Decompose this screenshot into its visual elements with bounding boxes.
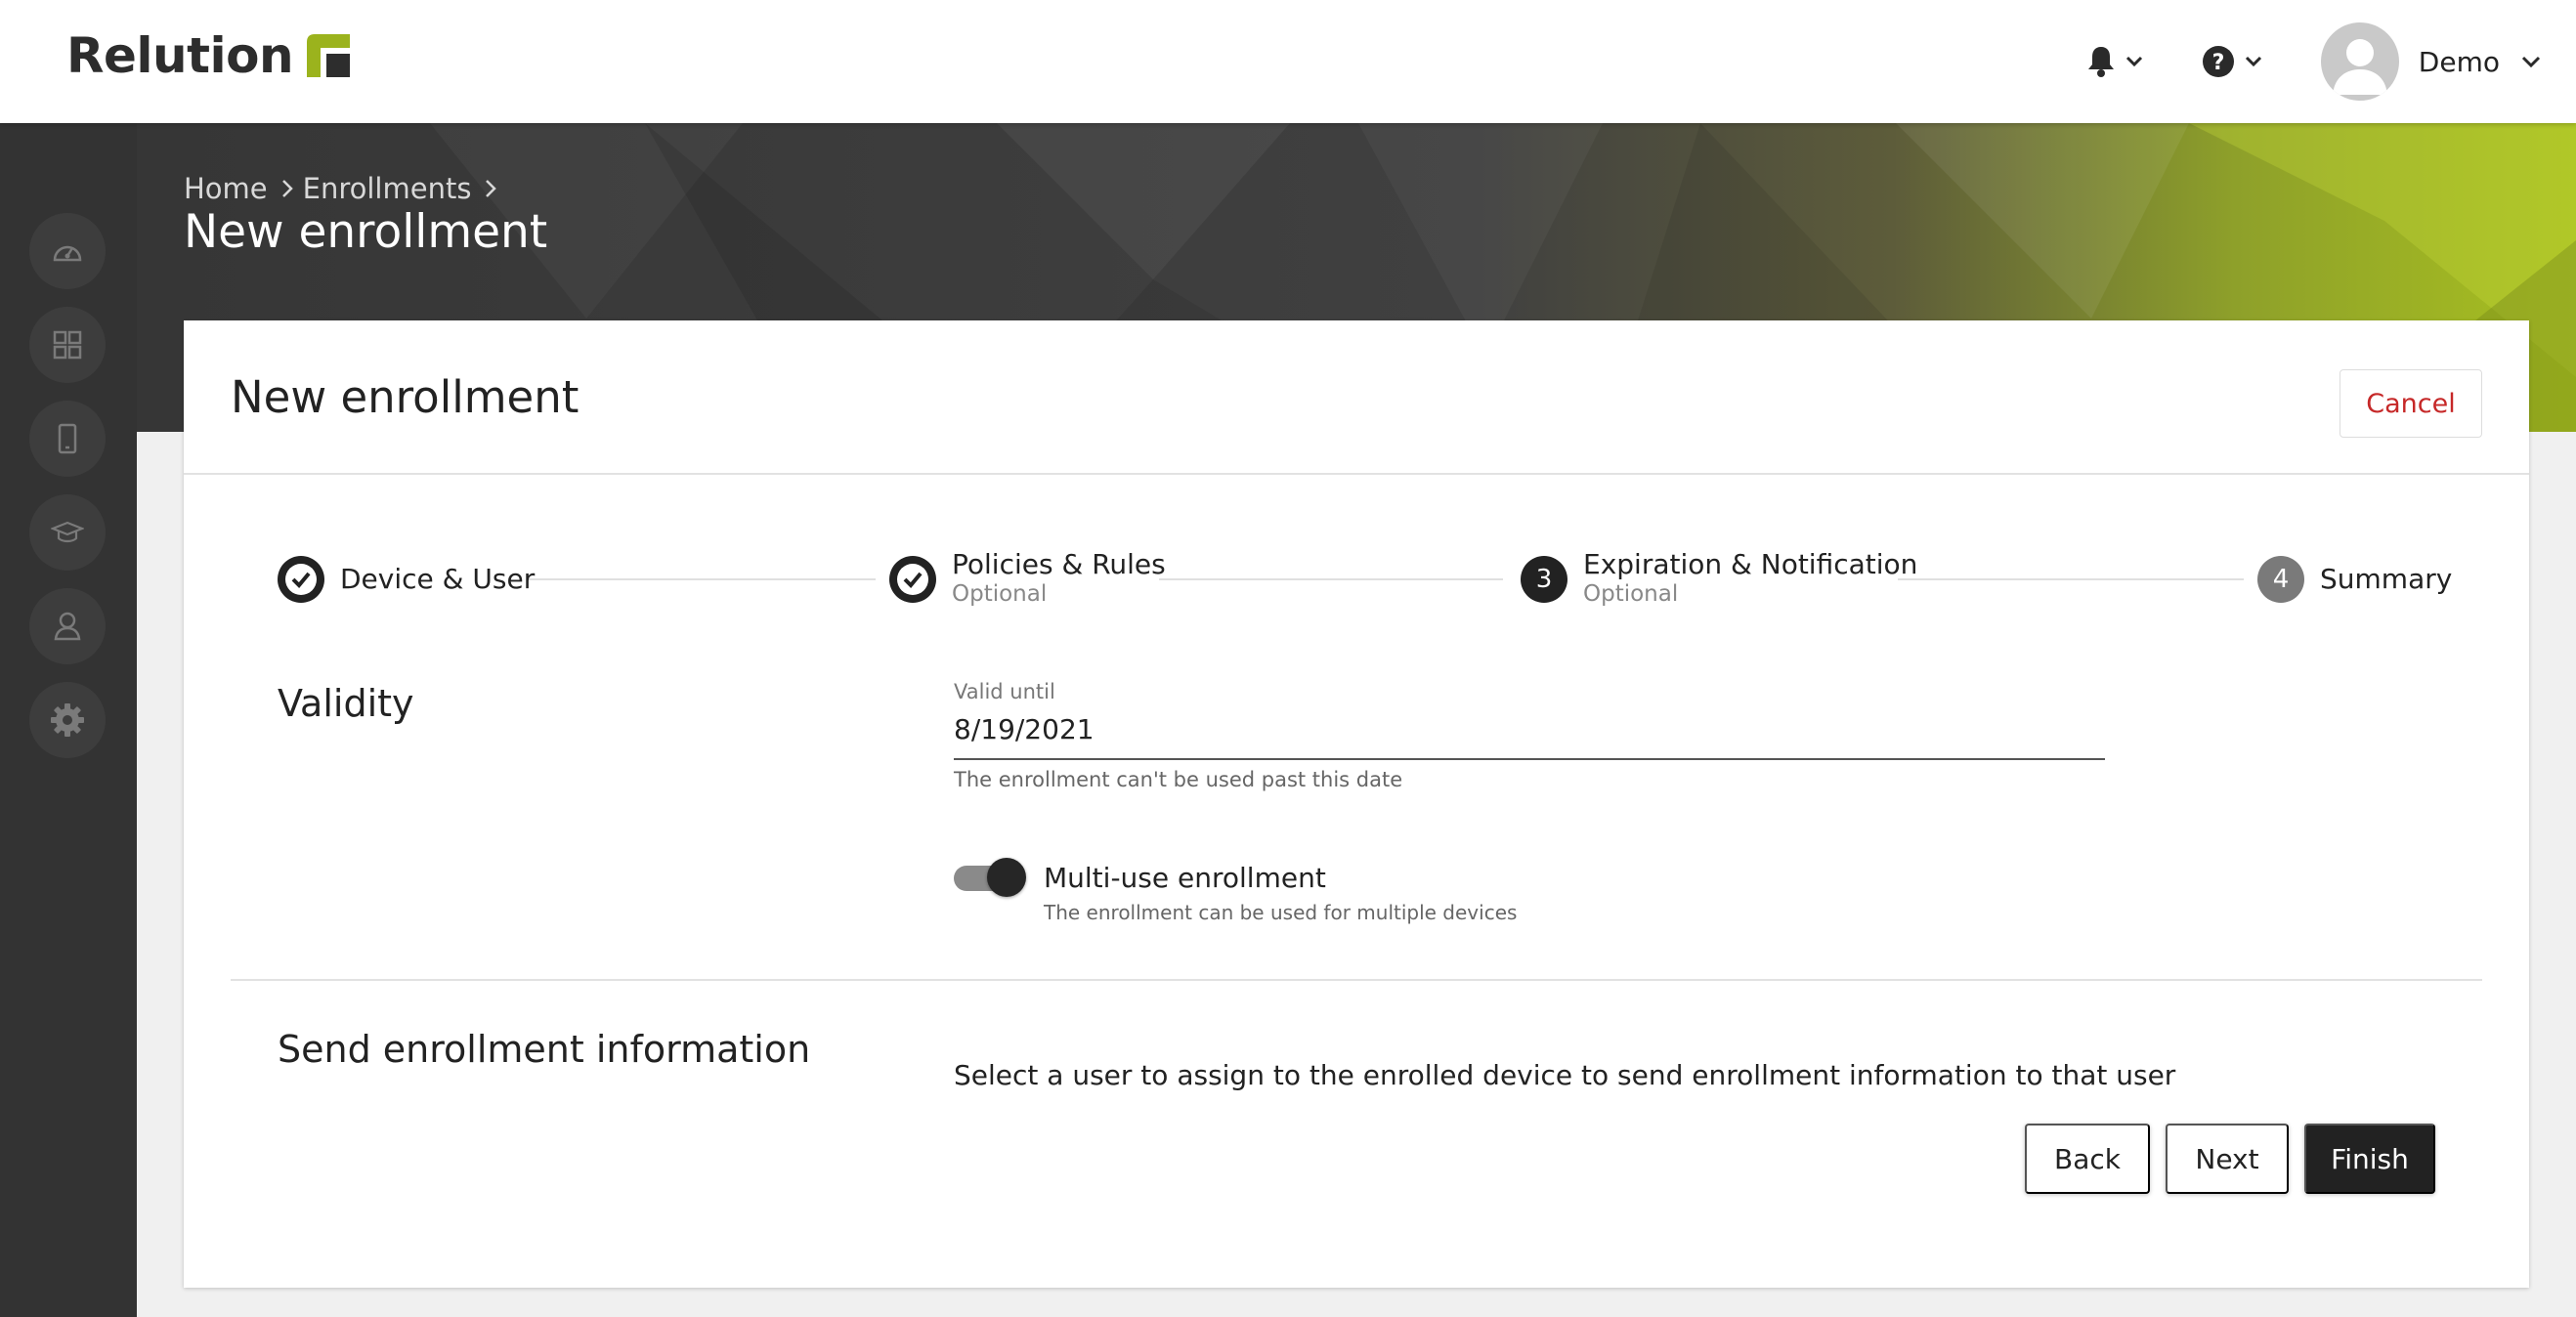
relution-logo[interactable]: Relution bbox=[66, 27, 351, 84]
card-title: New enrollment bbox=[231, 371, 580, 423]
step-subtitle: Optional bbox=[952, 581, 1048, 607]
send-info-title: Send enrollment information bbox=[278, 1028, 811, 1071]
education-icon bbox=[51, 521, 84, 543]
field-underline bbox=[954, 758, 2105, 760]
top-actions: ? Demo bbox=[2028, 0, 2541, 123]
apps-grid-icon bbox=[53, 330, 82, 360]
step-label: Summary bbox=[2320, 563, 2453, 595]
help-menu[interactable]: ? bbox=[2202, 45, 2262, 78]
multi-use-label: Multi-use enrollment bbox=[1044, 862, 1326, 894]
step-connector bbox=[1159, 578, 1503, 580]
chevron-down-icon bbox=[2125, 56, 2142, 67]
back-button[interactable]: Back bbox=[2025, 1124, 2150, 1194]
avatar bbox=[2320, 22, 2399, 101]
sidebar-item-devices[interactable] bbox=[29, 401, 106, 477]
valid-until-label: Valid until bbox=[954, 680, 1055, 703]
step-connector bbox=[528, 578, 876, 580]
sidebar-item-dashboard[interactable] bbox=[29, 213, 106, 289]
chevron-down-icon bbox=[2521, 56, 2541, 67]
enrollment-card: New enrollment Cancel Device & User Poli… bbox=[184, 320, 2529, 1288]
step-done-indicator bbox=[889, 556, 936, 603]
valid-until-field[interactable]: 8/19/2021 bbox=[954, 713, 1095, 745]
valid-until-hint: The enrollment can't be used past this d… bbox=[954, 768, 1403, 791]
step-device-user[interactable]: Device & User bbox=[278, 556, 535, 603]
send-info-description: Select a user to assign to the enrolled … bbox=[954, 1059, 2176, 1091]
sidebar-item-settings[interactable] bbox=[29, 682, 106, 758]
gear-icon bbox=[51, 703, 84, 737]
divider bbox=[231, 979, 2482, 981]
check-circle-icon bbox=[279, 557, 323, 602]
breadcrumb-enrollments[interactable]: Enrollments bbox=[303, 172, 472, 205]
sidebar-item-users[interactable] bbox=[29, 588, 106, 664]
user-menu[interactable]: Demo bbox=[2320, 22, 2541, 101]
validity-title: Validity bbox=[278, 682, 414, 725]
step-done-indicator bbox=[278, 556, 324, 603]
sidebar-item-apps[interactable] bbox=[29, 307, 106, 383]
step-number: 4 bbox=[2257, 556, 2304, 603]
notifications-menu[interactable] bbox=[2086, 45, 2143, 78]
step-number: 3 bbox=[1521, 556, 1567, 603]
breadcrumb: Home Enrollments bbox=[184, 172, 506, 205]
step-summary[interactable]: 4 Summary bbox=[2257, 556, 2452, 603]
breadcrumb-home[interactable]: Home bbox=[184, 172, 268, 205]
chevron-down-icon bbox=[2245, 56, 2261, 67]
device-icon bbox=[58, 423, 77, 454]
step-subtitle: Optional bbox=[1583, 581, 1679, 607]
page-title: New enrollment bbox=[184, 205, 548, 259]
multi-use-toggle[interactable] bbox=[954, 858, 1026, 897]
chevron-right-icon bbox=[281, 180, 293, 197]
svg-text:?: ? bbox=[2211, 51, 2224, 75]
user-name: Demo bbox=[2418, 45, 2500, 78]
sidebar bbox=[0, 123, 137, 1317]
step-policies-rules[interactable]: Policies & Rules Optional bbox=[889, 548, 1166, 607]
multi-use-hint: The enrollment can be used for multiple … bbox=[1044, 901, 1518, 924]
step-label: Policies & Rules bbox=[952, 548, 1166, 580]
top-bar: Relution ? Demo bbox=[0, 0, 2576, 123]
step-label: Device & User bbox=[340, 563, 536, 595]
step-label: Expiration & Notification bbox=[1583, 548, 1918, 580]
chevron-right-icon bbox=[486, 180, 497, 197]
check-circle-icon bbox=[890, 557, 935, 602]
bell-icon bbox=[2087, 47, 2114, 77]
step-connector bbox=[1898, 578, 2244, 580]
finish-button[interactable]: Finish bbox=[2304, 1124, 2435, 1194]
step-expiration-notification[interactable]: 3 Expiration & Notification Optional bbox=[1521, 548, 1917, 607]
logo-text: Relution bbox=[66, 27, 294, 84]
sidebar-item-education[interactable] bbox=[29, 494, 106, 571]
cancel-button[interactable]: Cancel bbox=[2340, 369, 2482, 438]
next-button[interactable]: Next bbox=[2166, 1124, 2289, 1194]
divider bbox=[184, 473, 2529, 475]
dashboard-icon bbox=[53, 245, 82, 262]
logo-mark-icon bbox=[307, 34, 351, 77]
toggle-knob bbox=[987, 858, 1026, 897]
help-circle-icon: ? bbox=[2202, 46, 2234, 77]
user-icon bbox=[54, 612, 81, 641]
